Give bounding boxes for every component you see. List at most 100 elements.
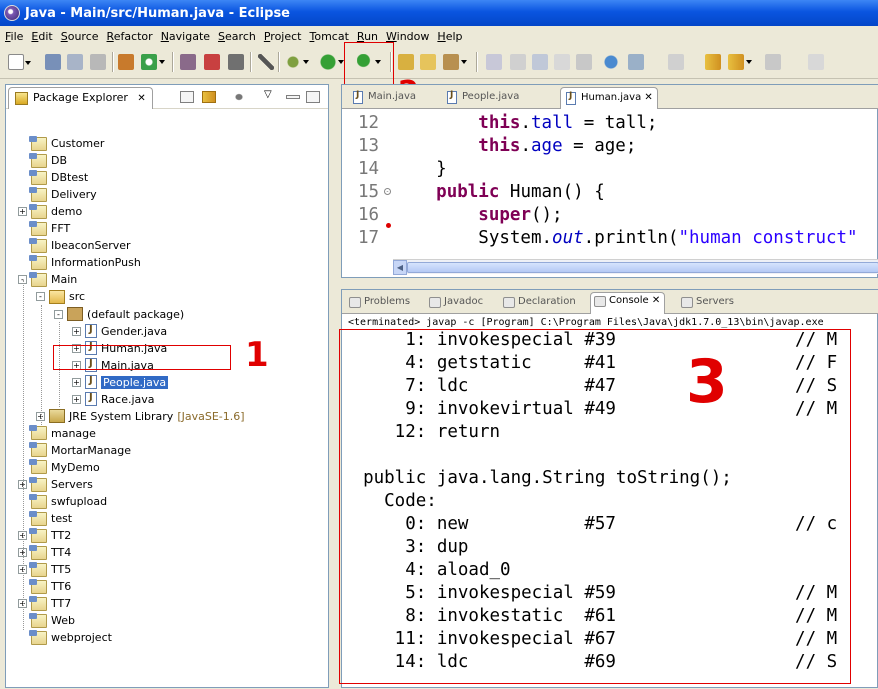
tab-problems[interactable]: Problems — [346, 294, 414, 314]
link-with-editor-icon[interactable] — [202, 91, 216, 103]
tab-declaration[interactable]: Declaration — [500, 294, 580, 314]
tree-item-default-package[interactable]: - (default package) — [54, 306, 184, 323]
menu-source[interactable]: Source — [56, 30, 102, 43]
tab-servers[interactable]: Servers — [678, 294, 738, 314]
tree-item-swfupload[interactable]: swfupload — [18, 493, 107, 510]
menu-search[interactable]: Search — [213, 30, 259, 43]
build-icon[interactable] — [118, 54, 134, 70]
tree-item-informationpush[interactable]: InformationPush — [18, 254, 141, 271]
tree-item-db[interactable]: DB — [18, 152, 67, 169]
terminate-icon[interactable] — [204, 54, 220, 70]
menu-edit[interactable]: Edit — [26, 30, 55, 43]
focus-icon[interactable] — [232, 91, 246, 103]
debug-icon[interactable] — [285, 54, 309, 70]
tab-javadoc[interactable]: Javadoc — [426, 294, 487, 314]
tree-item-customer[interactable]: Customer — [18, 135, 104, 152]
scrollbar-thumb[interactable] — [407, 262, 878, 273]
tree-item-webproject[interactable]: webproject — [18, 629, 112, 646]
tree-item-tt4[interactable]: + TT4 — [18, 544, 71, 561]
servers-icon — [681, 297, 693, 308]
pen-icon[interactable] — [258, 54, 274, 70]
editor-horizontal-scrollbar[interactable]: ◀ — [393, 259, 878, 275]
tree-item-test[interactable]: test — [18, 510, 72, 527]
scroll-left-icon[interactable]: ◀ — [393, 260, 407, 275]
fold-icon[interactable]: - — [384, 188, 391, 195]
code-text: } — [394, 159, 447, 179]
tree-item-race-java[interactable]: + Race.java — [72, 391, 155, 408]
back-icon[interactable] — [705, 54, 721, 70]
print-icon[interactable] — [90, 54, 106, 70]
tab-package-explorer[interactable]: Package Explorer ✕ — [8, 87, 153, 109]
tree-item-tt7[interactable]: + TT7 — [18, 595, 71, 612]
menu-project[interactable]: Project — [259, 30, 305, 43]
collapse-icon[interactable]: - — [54, 309, 63, 319]
tree-item-mydemo[interactable]: MyDemo — [18, 459, 100, 476]
collapse-all-icon[interactable] — [180, 91, 194, 103]
tree-item-gender-java[interactable]: + Gender.java — [72, 323, 167, 340]
prev-annotation-icon[interactable] — [510, 54, 526, 70]
code-area[interactable]: 12 this.tall = tall; 13 this.age = age; 14… — [342, 113, 878, 259]
restore-icon[interactable] — [808, 54, 824, 70]
menu-file[interactable]: File — [0, 30, 26, 43]
tab-console[interactable]: Console ✕ — [590, 292, 666, 314]
breakpoint-icon[interactable] — [386, 223, 391, 228]
editor-tab-people[interactable]: People.java — [442, 87, 523, 109]
expand-icon[interactable]: + — [72, 326, 81, 336]
code-token: this — [478, 136, 521, 156]
minimize-icon[interactable] — [286, 95, 300, 99]
next-annotation-icon[interactable] — [486, 54, 502, 70]
show-whitespace-icon[interactable] — [576, 54, 592, 70]
last-edit-icon[interactable] — [532, 54, 548, 70]
open-folder-icon[interactable] — [420, 54, 436, 70]
tree-item-tt5[interactable]: + TT5 — [18, 561, 71, 578]
tree-item-tt6[interactable]: TT6 — [18, 578, 71, 595]
tree-item-tt2[interactable]: + TT2 — [18, 527, 71, 544]
tree-item-web[interactable]: Web — [18, 612, 75, 629]
save-icon[interactable] — [45, 54, 61, 70]
tree-item-mortarmanage[interactable]: MortarManage — [18, 442, 131, 459]
new-icon[interactable] — [8, 54, 31, 70]
search-icon[interactable] — [443, 54, 467, 70]
toggle-mark-icon[interactable] — [554, 54, 570, 70]
tree-item-people-java[interactable]: + People.java — [72, 374, 169, 391]
pin-icon[interactable] — [628, 54, 644, 70]
tree-item-servers[interactable]: + Servers — [18, 476, 93, 493]
tree-item-manage[interactable]: manage — [18, 425, 96, 442]
close-icon[interactable]: ✕ — [137, 93, 145, 104]
refresh-icon[interactable] — [141, 54, 165, 70]
open-type-icon[interactable] — [398, 54, 414, 70]
editor-tab-human[interactable]: Human.java ✕ — [560, 87, 658, 109]
close-icon[interactable]: ✕ — [641, 92, 652, 103]
menu-navigate[interactable]: Navigate — [156, 30, 213, 43]
tree-item-fft[interactable]: FFT — [18, 220, 70, 237]
tree-item-main[interactable]: - Main — [18, 271, 77, 288]
editor-tab-main[interactable]: Main.java — [348, 87, 420, 109]
menu-help[interactable]: Help — [432, 30, 465, 43]
tree-item-label: Main — [51, 273, 78, 287]
forward-history-icon[interactable] — [728, 54, 752, 70]
tree-item-delivery[interactable]: Delivery — [18, 186, 97, 203]
close-icon[interactable]: ✕ — [649, 295, 660, 306]
view-menu-icon[interactable]: ▽ — [264, 89, 272, 100]
tree-item-src[interactable]: - src — [36, 288, 85, 305]
maximize-icon[interactable] — [306, 91, 320, 103]
open-perspective-icon[interactable] — [668, 54, 684, 70]
menu-refactor[interactable]: Refactor — [102, 30, 156, 43]
debug-tool-icon[interactable] — [180, 54, 196, 70]
tree-item-demo[interactable]: + demo — [18, 203, 82, 220]
collapse-icon[interactable]: - — [36, 292, 45, 302]
tree-item-ibeaconserver[interactable]: IbeaconServer — [18, 237, 131, 254]
run-icon[interactable] — [320, 54, 344, 70]
editor-tab-label: Main.java — [368, 91, 417, 102]
globe-icon[interactable] — [603, 54, 619, 70]
tree-item-label: Delivery — [51, 188, 97, 202]
forward-icon[interactable] — [765, 54, 781, 70]
expand-icon[interactable]: + — [72, 394, 81, 404]
expand-icon[interactable]: + — [72, 377, 81, 387]
tree-item-jre-system-library[interactable]: + JRE System Library [JavaSE-1.6] — [36, 408, 245, 425]
skip-breakpoints-icon[interactable] — [228, 54, 244, 70]
tree-item-dbtest[interactable]: DBtest — [18, 169, 88, 186]
expand-icon[interactable]: + — [18, 207, 27, 217]
save-all-icon[interactable] — [67, 54, 83, 70]
